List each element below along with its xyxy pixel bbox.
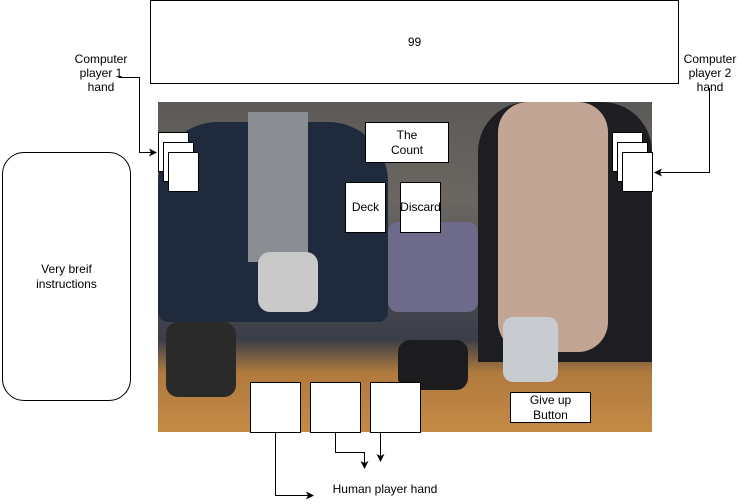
arrow-human-1 [275,433,314,500]
connector-arrows [118,77,710,500]
arrow-cp2 [654,88,710,177]
arrow-human-2 [335,433,369,469]
arrow-cp1 [118,77,157,157]
